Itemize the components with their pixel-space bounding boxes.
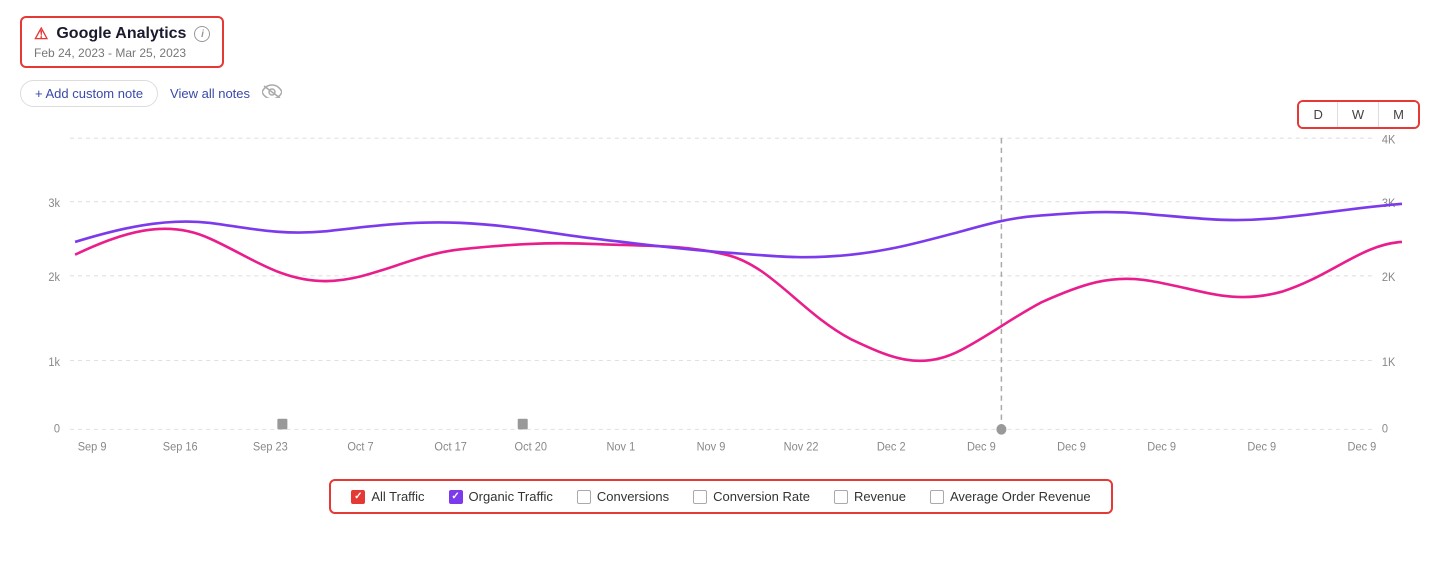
conversions-checkbox[interactable] xyxy=(577,490,591,504)
svg-text:Nov 9: Nov 9 xyxy=(697,441,726,453)
legend-organic-traffic[interactable]: ✓ Organic Traffic xyxy=(449,489,553,504)
view-all-label: View all notes xyxy=(170,86,250,101)
svg-text:0: 0 xyxy=(54,423,60,435)
avg-order-revenue-checkbox[interactable] xyxy=(930,490,944,504)
svg-text:Dec 9: Dec 9 xyxy=(967,441,996,453)
svg-text:2K: 2K xyxy=(1382,272,1396,284)
svg-text:0: 0 xyxy=(1382,423,1388,435)
svg-text:Dec 9: Dec 9 xyxy=(1057,441,1086,453)
add-note-label: + Add custom note xyxy=(35,86,143,101)
all-traffic-checkbox[interactable]: ✓ xyxy=(351,490,365,504)
legend-revenue[interactable]: Revenue xyxy=(834,489,906,504)
app-title: Google Analytics xyxy=(56,25,186,43)
view-all-notes-button[interactable]: View all notes xyxy=(170,86,250,101)
svg-text:Oct 17: Oct 17 xyxy=(434,441,466,453)
info-icon[interactable]: i xyxy=(194,26,210,42)
add-note-button[interactable]: + Add custom note xyxy=(20,80,158,107)
svg-text:Sep 23: Sep 23 xyxy=(253,441,288,453)
svg-text:Sep 9: Sep 9 xyxy=(78,441,107,453)
conversion-rate-checkbox[interactable] xyxy=(693,490,707,504)
legend-conversions[interactable]: Conversions xyxy=(577,489,669,504)
all-traffic-label: All Traffic xyxy=(371,489,424,504)
svg-text:Dec 2: Dec 2 xyxy=(877,441,906,453)
check-mark-2: ✓ xyxy=(451,492,459,502)
svg-text:Oct 7: Oct 7 xyxy=(347,441,373,453)
revenue-checkbox[interactable] xyxy=(834,490,848,504)
svg-text:4K: 4K xyxy=(1382,134,1396,146)
svg-text:1K: 1K xyxy=(1382,357,1396,369)
svg-text:1k: 1k xyxy=(48,357,60,369)
legend-conversion-rate[interactable]: Conversion Rate xyxy=(693,489,810,504)
svg-text:Dec 9: Dec 9 xyxy=(1147,441,1176,453)
hide-icon[interactable] xyxy=(262,84,282,103)
svg-text:Dec 9: Dec 9 xyxy=(1348,441,1377,453)
legend-all-traffic[interactable]: ✓ All Traffic xyxy=(351,489,424,504)
svg-text:Nov 1: Nov 1 xyxy=(606,441,635,453)
svg-text:2k: 2k xyxy=(48,272,60,284)
date-range: Feb 24, 2023 - Mar 25, 2023 xyxy=(34,46,210,60)
legend-avg-order-revenue[interactable]: Average Order Revenue xyxy=(930,489,1091,504)
header-box: ⚠ Google Analytics i Feb 24, 2023 - Mar … xyxy=(20,16,224,68)
organic-traffic-checkbox[interactable]: ✓ xyxy=(449,490,463,504)
main-container: ⚠ Google Analytics i Feb 24, 2023 - Mar … xyxy=(0,0,1442,580)
avg-order-revenue-label: Average Order Revenue xyxy=(950,489,1091,504)
revenue-label: Revenue xyxy=(854,489,906,504)
legend-box: ✓ All Traffic ✓ Organic Traffic Conversi… xyxy=(329,479,1112,514)
svg-text:3k: 3k xyxy=(48,198,60,210)
organic-traffic-label: Organic Traffic xyxy=(469,489,553,504)
svg-text:Dec 9: Dec 9 xyxy=(1247,441,1276,453)
conversions-label: Conversions xyxy=(597,489,669,504)
svg-text:Sep 16: Sep 16 xyxy=(163,441,198,453)
toolbar: + Add custom note View all notes xyxy=(20,80,1422,107)
chart-svg: 0 1k 2k 3k 0 1K 2K 3K 4K Sep 9 Sep 16 Se… xyxy=(20,117,1422,477)
svg-text:Oct 20: Oct 20 xyxy=(515,441,547,453)
header-title: ⚠ Google Analytics i xyxy=(34,24,210,44)
chart-area: 0 1k 2k 3k 0 1K 2K 3K 4K Sep 9 Sep 16 Se… xyxy=(20,117,1422,477)
conversion-rate-label: Conversion Rate xyxy=(713,489,810,504)
check-mark: ✓ xyxy=(354,492,362,502)
alert-icon: ⚠ xyxy=(34,24,48,44)
svg-text:Nov 22: Nov 22 xyxy=(784,441,819,453)
